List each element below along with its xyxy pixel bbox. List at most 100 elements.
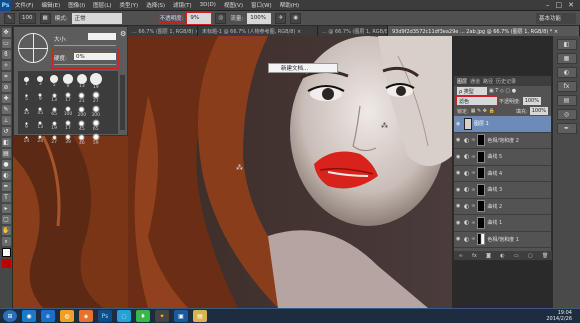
visibility-eye-icon[interactable]: ◉	[456, 170, 462, 176]
layer-name[interactable]: 曲线 2	[487, 203, 502, 210]
brush-preset[interactable]: 27	[89, 91, 102, 104]
app-icon[interactable]: ▣	[174, 310, 188, 322]
link-icon[interactable]: ∞	[471, 220, 475, 226]
app-icon[interactable]: ✦	[155, 310, 169, 322]
adjustments-panel-icon[interactable]: ◐	[556, 67, 577, 78]
app-icon[interactable]: ◍	[60, 310, 74, 322]
brush-preset[interactable]: 65	[48, 105, 61, 118]
visibility-eye-icon[interactable]: ◉	[456, 203, 462, 209]
brush-preset[interactable]: 5	[48, 73, 61, 90]
brush-tool-icon[interactable]: ✎	[1, 105, 11, 114]
filter-icons[interactable]: ▣ T ◇ ▢ ●	[489, 88, 516, 94]
brush-preset[interactable]: 35	[20, 105, 33, 118]
layer-row[interactable]: ◉ ◐ ∞ 曲线 4	[454, 166, 551, 182]
layer-name[interactable]: 曲线 4	[487, 170, 502, 177]
size-input[interactable]	[88, 33, 116, 40]
brush-preset[interactable]: 21	[75, 91, 88, 104]
tab-layers[interactable]: 图层	[457, 78, 467, 85]
layer-filter-select[interactable]: ρ 类型	[457, 87, 487, 95]
zoom-tool-icon[interactable]: ⌕	[1, 237, 11, 246]
brush-preset[interactable]: 100	[62, 105, 75, 118]
group-icon[interactable]: ▭	[514, 253, 519, 259]
layer-thumbnail[interactable]	[464, 117, 472, 130]
fx-icon[interactable]: fx	[472, 253, 477, 259]
brush-preset[interactable]: 19	[89, 73, 102, 90]
fill-input[interactable]: 100%	[529, 107, 548, 115]
brush-preset[interactable]: 9	[34, 91, 47, 104]
menu-view[interactable]: 视图(V)	[220, 1, 247, 9]
gradient-tool-icon[interactable]: ▤	[1, 149, 11, 158]
brush-preset[interactable]: 1	[20, 73, 33, 90]
layer-name[interactable]: 曲线 3	[487, 186, 502, 193]
lock-icons[interactable]: ▦ ✎ ✥ 🔒	[471, 108, 495, 114]
link-icon[interactable]: ∞	[471, 137, 475, 143]
menu-image[interactable]: 图像(I)	[64, 1, 89, 9]
presets-scrollbar[interactable]	[120, 75, 125, 130]
color-panel-icon[interactable]: ◧	[556, 39, 577, 50]
brush-preset[interactable]: 9	[62, 73, 75, 90]
app-icon[interactable]: ▤	[193, 310, 207, 322]
brush-size-picker[interactable]: 100	[19, 12, 36, 24]
visibility-eye-icon[interactable]: ◉	[456, 220, 462, 226]
trash-icon[interactable]: 🗑	[542, 253, 548, 259]
channels-panel-icon[interactable]: ◎	[556, 109, 577, 120]
app-icon[interactable]: e	[41, 310, 55, 322]
system-clock[interactable]: 19:04 2014/2/26	[546, 310, 580, 322]
foreground-color-swatch[interactable]	[1, 248, 11, 257]
layer-mask-thumbnail[interactable]	[477, 183, 486, 196]
eyedropper-tool-icon[interactable]: ⊘	[1, 83, 11, 92]
link-icon[interactable]: ∞	[471, 154, 475, 160]
brush-preset[interactable]	[103, 119, 116, 132]
close-button[interactable]: ✕	[568, 1, 574, 9]
pressure-opacity-icon[interactable]: ◎	[215, 12, 227, 24]
tab-paths[interactable]: 路径	[483, 78, 493, 85]
pen-tool-icon[interactable]: ✒	[1, 182, 11, 191]
context-menu-item[interactable]: 新建文档...	[268, 63, 338, 73]
document-tab-active[interactable]: 93d9f2d3572c11df3ea29e ... 2ab.jpg @ 66.…	[388, 26, 580, 36]
brush-preset[interactable]: 300	[89, 105, 102, 118]
brush-preset[interactable]: 13	[75, 73, 88, 90]
maximize-button[interactable]: □	[556, 1, 563, 9]
path-select-icon[interactable]: ▸	[1, 204, 11, 213]
brush-preset[interactable]: 14	[20, 133, 33, 146]
brush-preset[interactable]: 200	[75, 105, 88, 118]
workspace-select[interactable]: 基本功能	[536, 12, 576, 24]
brush-tool-icon[interactable]: ✎	[4, 12, 15, 24]
layer-row[interactable]: ◉ ◐ ∞ 色相/饱和度 2	[454, 133, 551, 149]
paths-panel-icon[interactable]: ✒	[556, 123, 577, 134]
canvas[interactable]: ⁂ ⁂	[128, 36, 452, 308]
brush-preset[interactable]	[103, 105, 116, 118]
link-icon[interactable]: ∞	[471, 203, 475, 209]
brush-preset[interactable]: 13	[48, 91, 61, 104]
menu-file[interactable]: 文件(F)	[11, 1, 37, 9]
eraser-tool-icon[interactable]: ◧	[1, 138, 11, 147]
hardness-input[interactable]: 0%	[74, 53, 116, 60]
brush-panel-toggle-icon[interactable]: ▦	[39, 12, 51, 24]
brush-preset[interactable]	[103, 73, 116, 90]
new-layer-icon[interactable]: ▢	[528, 253, 533, 259]
visibility-eye-icon[interactable]: ◉	[456, 121, 462, 127]
tab-history[interactable]: 历史记录	[496, 78, 516, 85]
menu-layer[interactable]: 图层(L)	[89, 1, 115, 9]
brush-preset[interactable]: 65	[89, 119, 102, 132]
quick-select-tool-icon[interactable]: ✧	[1, 61, 11, 70]
link-icon[interactable]: ∞	[471, 187, 475, 193]
layer-name[interactable]: 曲线 5	[487, 153, 502, 160]
brush-preset[interactable]: 45	[34, 105, 47, 118]
minimize-button[interactable]: –	[546, 1, 550, 9]
link-icon[interactable]: ∞	[471, 236, 475, 242]
dodge-tool-icon[interactable]: ◐	[1, 171, 11, 180]
visibility-eye-icon[interactable]: ◉	[456, 137, 462, 143]
layer-row[interactable]: ◉ ◐ ∞ 曲线 1	[454, 215, 551, 232]
document-tab[interactable]: ... @ 66.7% (图层 1, RGB/8) ×	[318, 26, 388, 36]
brush-preset[interactable]: 46	[75, 133, 88, 146]
blur-tool-icon[interactable]: ●	[1, 160, 11, 169]
brush-preset[interactable]: 9	[20, 119, 33, 132]
document-tab[interactable]: 未标题-1 @ 66.7% (人物参考图, RGB/8) ×	[198, 26, 318, 36]
link-icon[interactable]: ∞	[471, 170, 475, 176]
visibility-eye-icon[interactable]: ◉	[456, 187, 462, 193]
brush-preset[interactable]	[103, 133, 116, 146]
layer-mask-thumbnail[interactable]	[477, 200, 486, 213]
layer-mask-thumbnail[interactable]	[477, 233, 486, 246]
brush-preset[interactable]: 39	[62, 133, 75, 146]
